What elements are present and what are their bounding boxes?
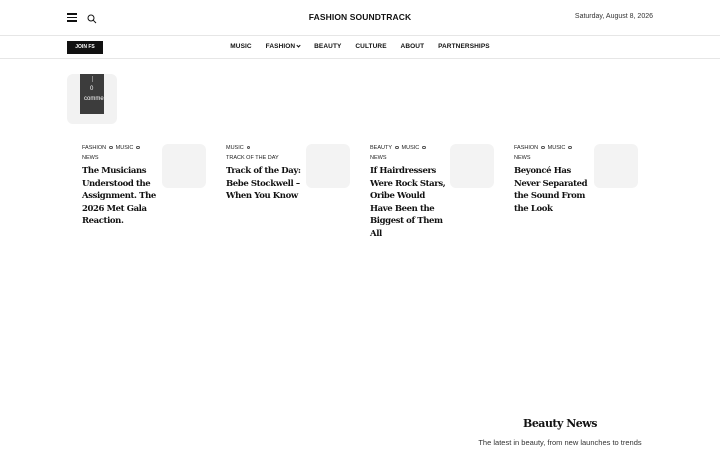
article-title[interactable]: If Hairdressers Were Rock Stars, Oribe W… <box>370 165 448 241</box>
nav-item-label: PARTNERSHIPS <box>438 43 490 50</box>
article-title[interactable]: Beyoncé Has Never Separated the Sound Fr… <box>514 165 592 215</box>
current-date: Saturday, August 8, 2026 <box>574 13 653 20</box>
article-categories: FASHION MUSIC NEWS <box>514 143 584 163</box>
article-title[interactable]: Track of the Day: Bebe Stockwell – When … <box>226 165 304 203</box>
chevron-down-icon <box>296 42 301 48</box>
separator-icon <box>422 145 426 149</box>
nav-item-label: BEAUTY <box>314 43 342 50</box>
nav-item-label: CULTURE <box>355 43 387 50</box>
separator-icon <box>246 145 251 149</box>
article-thumbnail[interactable] <box>450 144 494 188</box>
nav-item-about[interactable]: ABOUT <box>401 43 425 50</box>
category-link[interactable]: FASHION <box>82 145 106 151</box>
comment-count: 0 <box>90 86 94 92</box>
category-link[interactable]: MUSIC <box>402 145 420 151</box>
category-link[interactable]: TRACK OF THE DAY <box>226 155 279 161</box>
top-bar: FASHION SOUNDTRACK Saturday, August 8, 2… <box>0 0 720 36</box>
article-categories: BEAUTY MUSIC NEWS <box>370 143 440 163</box>
category-link[interactable]: BEAUTY <box>370 145 392 151</box>
category-link[interactable]: MUSIC <box>226 145 244 151</box>
separator-icon <box>568 145 572 149</box>
category-link[interactable]: MUSIC <box>116 145 134 151</box>
nav-item-beauty[interactable]: BEAUTY <box>314 43 341 50</box>
nav-item-label: ABOUT <box>400 43 425 50</box>
comment-count-tab[interactable]: 0 comments <box>80 74 104 114</box>
comment-widget: 0 comments <box>67 74 117 124</box>
category-link[interactable]: NEWS <box>370 155 387 161</box>
comment-label: comments <box>84 96 104 102</box>
section-subtitle: The latest in beauty, from new launches … <box>478 438 642 447</box>
nav-item-music[interactable]: MUSIC <box>230 43 251 50</box>
separator-icon <box>395 145 399 149</box>
category-link[interactable]: MUSIC <box>548 145 566 151</box>
site-title[interactable]: FASHION SOUNDTRACK <box>309 12 411 22</box>
article-categories: MUSIC TRACK OF THE DAY <box>226 143 296 163</box>
category-link[interactable]: FASHION <box>514 145 538 151</box>
article-thumbnail[interactable] <box>306 144 350 188</box>
separator-icon <box>541 145 545 149</box>
article-title[interactable]: The Musicians Understood the Assignment.… <box>82 165 160 228</box>
nav-item-partnerships[interactable]: PARTNERSHIPS <box>438 43 490 50</box>
article-categories: FASHION MUSIC NEWS <box>82 143 152 163</box>
nav-item-fashion[interactable]: FASHION <box>265 42 301 50</box>
nav-items: MUSIC FASHION BEAUTY CULTURE ABOUT PARTN… <box>0 42 720 50</box>
main-nav: JOIN FS MUSIC FASHION BEAUTY CULTURE ABO… <box>0 36 720 59</box>
article-thumbnail[interactable] <box>162 144 206 188</box>
article-thumbnail[interactable] <box>594 144 638 188</box>
comment-tick <box>92 76 93 82</box>
section-title: Beauty News <box>523 417 597 430</box>
separator-icon <box>136 145 140 149</box>
category-link[interactable]: NEWS <box>82 155 99 161</box>
nav-item-culture[interactable]: CULTURE <box>355 43 386 50</box>
separator-icon <box>109 145 113 149</box>
category-link[interactable]: NEWS <box>514 155 531 161</box>
nav-item-label: MUSIC <box>230 43 252 50</box>
nav-item-label: FASHION <box>265 43 296 50</box>
